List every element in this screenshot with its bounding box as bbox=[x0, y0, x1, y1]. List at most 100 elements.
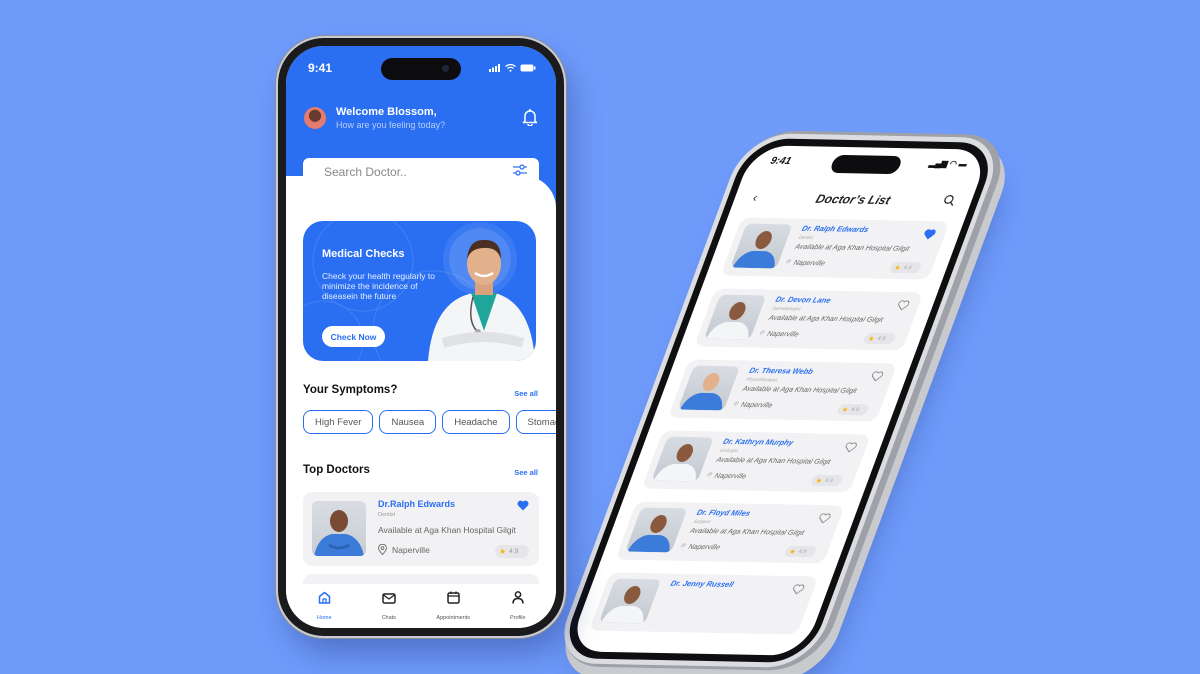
doctor-specialty: Dentist bbox=[798, 234, 814, 240]
favorite-heart-icon[interactable] bbox=[815, 510, 833, 528]
rating-badge: ★ 4.9 bbox=[888, 261, 923, 274]
welcome-subtitle: How are you feeling today? bbox=[336, 120, 446, 130]
battery-icon bbox=[520, 64, 536, 72]
status-bar: 9:41 bbox=[308, 60, 536, 76]
symptom-chip[interactable]: Nausea bbox=[379, 410, 437, 434]
banner-text: Check your health regularly to minimize … bbox=[322, 271, 435, 301]
doctor-availability: Available at Aga Khan Hospital Gilgit bbox=[741, 385, 858, 395]
location-text: Naperville bbox=[687, 543, 722, 551]
location-pin-icon: ⌾ bbox=[784, 258, 792, 266]
rating-value: 4.9 bbox=[902, 264, 913, 271]
tab-chats[interactable]: Chats bbox=[359, 584, 419, 628]
search-bar bbox=[303, 158, 539, 186]
symptoms-see-all-link[interactable]: See all bbox=[514, 389, 538, 398]
doctors-list-phone: 9:41 ▂▄▆ ◠ ▬ ‹ Doctor’s List Dr. Ralph E… bbox=[557, 138, 1000, 663]
doctor-photo bbox=[312, 501, 366, 556]
rating-value: 4.9 bbox=[509, 548, 519, 555]
location-text: Naperville bbox=[392, 544, 430, 555]
favorite-heart-icon[interactable] bbox=[841, 439, 859, 457]
doctor-name[interactable]: Dr. Ralph Edwards bbox=[801, 224, 871, 234]
doctors-list-screen: 9:41 ▂▄▆ ◠ ▬ ‹ Doctor’s List Dr. Ralph E… bbox=[567, 145, 991, 656]
rating-value: 4.9 bbox=[823, 477, 834, 484]
favorite-heart-icon[interactable] bbox=[894, 297, 912, 315]
home-phone: 9:41 Welcome Blossom, How are you feelin… bbox=[278, 38, 564, 636]
doctor-illustration bbox=[428, 239, 535, 361]
doctor-name[interactable]: Dr. Kathryn Murphy bbox=[722, 437, 795, 447]
doctor-card[interactable]: Dr. Kathryn Murphy Urologist Available at … bbox=[641, 430, 871, 493]
doctor-location: ⌾ Naperville bbox=[679, 543, 721, 552]
rating-badge: ★ 4.9 bbox=[495, 545, 529, 558]
tab-appointments[interactable]: Appointments bbox=[423, 584, 483, 628]
doctor-photo bbox=[730, 223, 793, 269]
symptom-chip[interactable]: Headache bbox=[442, 410, 510, 434]
doctor-name[interactable]: Dr. Floyd Miles bbox=[696, 508, 752, 518]
rating-badge: ★ 4.9 bbox=[862, 332, 897, 345]
doctor-name[interactable]: Dr. Theresa Webb bbox=[748, 366, 815, 376]
bell-icon[interactable] bbox=[522, 108, 538, 131]
doctor-photo bbox=[598, 578, 662, 624]
favorite-heart-icon[interactable] bbox=[868, 368, 886, 386]
doctor-name[interactable]: Dr. Devon Lane bbox=[774, 295, 832, 305]
rating-badge: ★ 4.9 bbox=[809, 474, 844, 487]
favorite-heart-icon[interactable] bbox=[789, 581, 807, 599]
favorite-heart-icon[interactable] bbox=[920, 226, 938, 244]
tab-label: Profile bbox=[509, 615, 526, 621]
doctor-availability: Available at Aga Khan Hospital Gilgit bbox=[688, 527, 806, 537]
doctor-specialty: Dentist bbox=[378, 512, 396, 518]
banner-title: Medical Checks bbox=[322, 248, 405, 260]
doctor-location: ⌾ Naperville bbox=[705, 472, 748, 481]
signal-icon bbox=[489, 64, 500, 72]
location-pin-icon: ⌾ bbox=[679, 542, 687, 550]
top-doctors-see-all-link[interactable]: See all bbox=[514, 468, 538, 477]
doctor-availability: Available at Aga Khan Hospital Gilgit bbox=[378, 525, 516, 535]
doctor-location: ⌾ Naperville bbox=[731, 400, 774, 410]
doctor-specialty: Surgeon bbox=[692, 518, 712, 525]
symptom-chip[interactable]: High Fever bbox=[303, 410, 374, 434]
doctor-card[interactable]: Dr. Jenny Russell bbox=[588, 572, 819, 635]
tab-label: Appointments bbox=[436, 615, 471, 621]
location-pin-icon bbox=[378, 544, 387, 555]
mail-icon bbox=[382, 591, 396, 609]
doctor-specialty: Physiotherapist bbox=[745, 376, 779, 383]
tab-label: Chats bbox=[381, 615, 396, 621]
star-icon: ★ bbox=[499, 547, 507, 556]
bottom-tab-bar: Home Chats Appointments Profile bbox=[286, 584, 556, 628]
filter-sliders-icon[interactable] bbox=[513, 163, 527, 181]
user-avatar[interactable] bbox=[304, 107, 326, 129]
star-icon: ★ bbox=[893, 264, 902, 272]
status-time: 9:41 bbox=[308, 61, 333, 75]
rating-value: 4.9 bbox=[850, 406, 861, 413]
favorite-heart-icon[interactable] bbox=[517, 498, 529, 516]
doctor-card[interactable]: Dr. Ralph Edwards Dentist Available at Aga… bbox=[720, 217, 950, 280]
doctor-availability: Available at Aga Khan Hospital Gilgit bbox=[715, 456, 832, 466]
home-screen: 9:41 Welcome Blossom, How are you feelin… bbox=[286, 46, 556, 628]
tab-profile[interactable]: Profile bbox=[488, 584, 548, 628]
tab-label: Home bbox=[316, 615, 332, 621]
doctor-availability: Available at Aga Khan Hospital Gilgit bbox=[793, 243, 911, 253]
star-icon: ★ bbox=[840, 406, 850, 414]
status-bar: 9:41 ▂▄▆ ◠ ▬ bbox=[769, 156, 969, 171]
user-icon bbox=[512, 591, 524, 609]
symptom-chip[interactable]: Stomach bbox=[515, 410, 556, 434]
doctor-photo bbox=[677, 365, 741, 411]
location-pin-icon: ⌾ bbox=[758, 329, 765, 337]
phone-frame: 9:41 ▂▄▆ ◠ ▬ ‹ Doctor’s List Dr. Ralph E… bbox=[557, 138, 1000, 663]
doctor-card[interactable]: Dr.Ralph Edwards Dentist Available at Ag… bbox=[303, 492, 539, 566]
location-text: Naperville bbox=[739, 401, 774, 409]
search-input[interactable] bbox=[324, 165, 494, 179]
tab-home[interactable]: Home bbox=[294, 584, 354, 628]
location-text: Naperville bbox=[766, 330, 800, 338]
star-icon: ★ bbox=[866, 335, 876, 343]
doctor-name[interactable]: Dr.Ralph Edwards bbox=[378, 499, 455, 509]
doctor-card[interactable]: Dr. Floyd Miles Surgeon Available at Aga K… bbox=[615, 501, 845, 564]
doctor-card[interactable]: Dr. Devon Lane Dermatologist Available at … bbox=[694, 288, 924, 351]
rating-badge: ★ 4.9 bbox=[835, 403, 871, 416]
status-icons bbox=[489, 64, 536, 72]
doctor-photo bbox=[625, 507, 688, 553]
doctor-card[interactable]: Dr. Theresa Webb Physiotherapist Available… bbox=[667, 359, 898, 422]
doctor-availability: Available at Aga Khan Hospital Gilgit bbox=[767, 314, 884, 324]
doctor-name[interactable]: Dr. Jenny Russell bbox=[669, 579, 735, 589]
location-pin-icon: ⌾ bbox=[731, 400, 739, 408]
location-text: Naperville bbox=[792, 259, 827, 267]
check-now-button[interactable]: Check Now bbox=[322, 326, 385, 347]
